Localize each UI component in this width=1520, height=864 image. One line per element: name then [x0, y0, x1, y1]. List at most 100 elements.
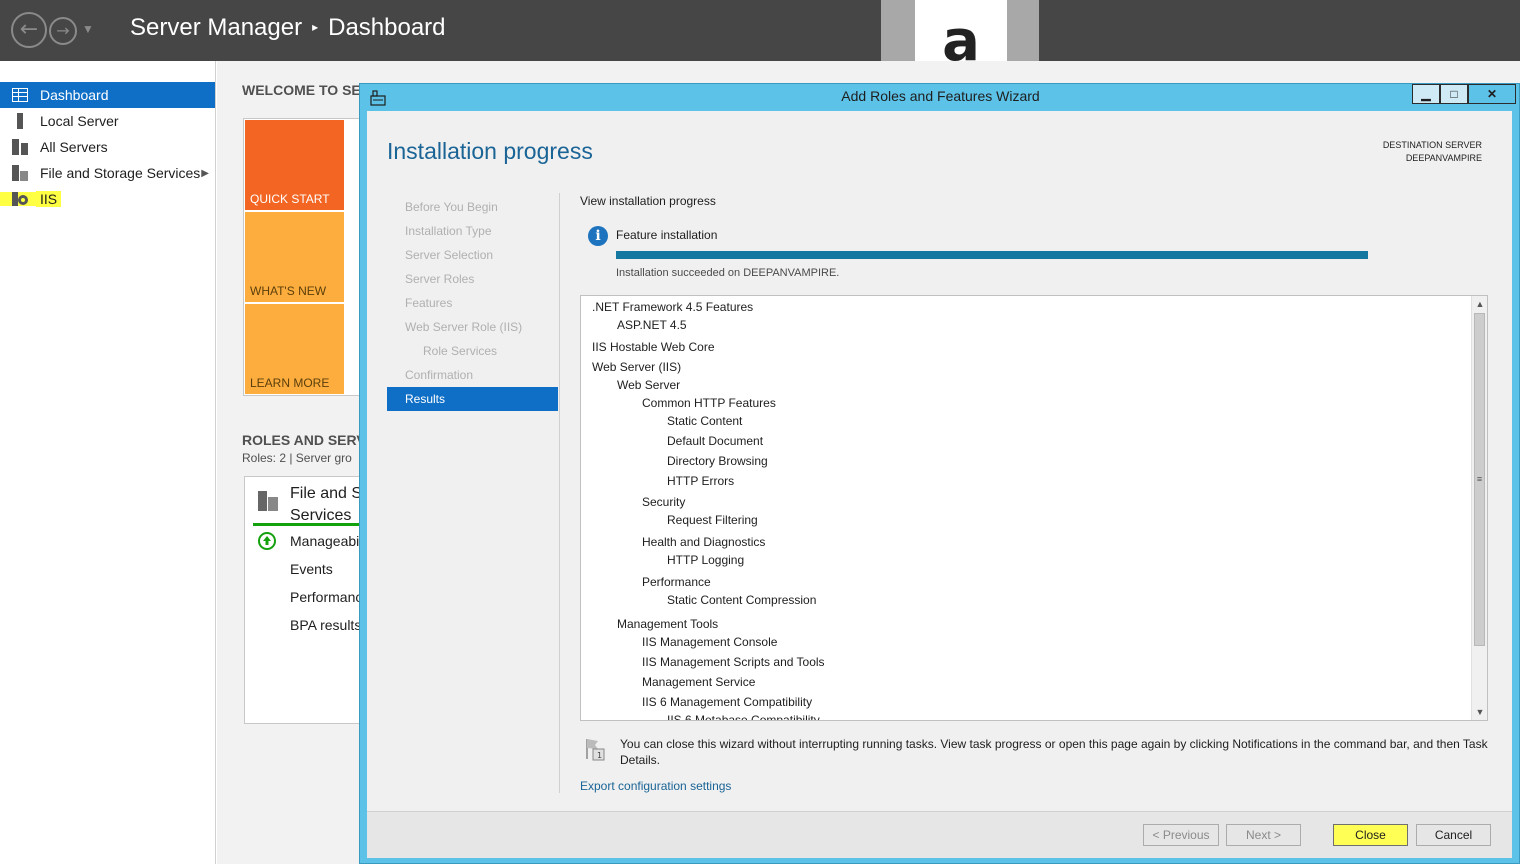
- scroll-thumb[interactable]: ≡: [1474, 313, 1485, 646]
- sidebar-item-local-server[interactable]: Local Server: [0, 108, 215, 134]
- sidebar-item-label: Local Server: [40, 113, 119, 129]
- result-item: Web Server: [617, 378, 681, 392]
- role-row-performance[interactable]: Performanc: [290, 589, 362, 605]
- app-name: Server Manager: [130, 14, 303, 41]
- scrollbar[interactable]: ▲ ≡ ▼: [1471, 296, 1487, 720]
- previous-button[interactable]: < Previous: [1143, 824, 1219, 846]
- tile-label: QUICK START: [250, 192, 330, 206]
- sidebar-item-file-storage[interactable]: File and Storage Services ▶: [0, 160, 215, 186]
- storage-icon: [258, 491, 278, 516]
- dashboard-icon: [0, 88, 40, 102]
- progress-bar: [616, 251, 1368, 259]
- result-item: Management Tools: [617, 617, 719, 631]
- close-icon[interactable]: ✕: [1468, 84, 1516, 104]
- result-item: Common HTTP Features: [642, 396, 776, 410]
- wizard-step: Before You Begin: [405, 200, 498, 214]
- welcome-heading: WELCOME TO SER: [242, 82, 371, 98]
- result-item: Request Filtering: [667, 513, 758, 527]
- wizard-title: Add Roles and Features Wizard: [841, 88, 1040, 104]
- tile-label: WHAT'S NEW: [250, 284, 327, 298]
- sidebar-item-label: File and Storage Services: [40, 165, 201, 181]
- cancel-button[interactable]: Cancel: [1416, 824, 1491, 846]
- destination-label: DESTINATION SERVER: [1382, 140, 1482, 150]
- export-configuration-link[interactable]: Export configuration settings: [580, 779, 731, 793]
- forward-arrow-icon[interactable]: →: [49, 17, 77, 45]
- result-item: ASP.NET 4.5: [617, 318, 687, 332]
- next-button[interactable]: Next >: [1226, 824, 1301, 846]
- wizard-step[interactable]: Results: [387, 387, 558, 411]
- wizard-window: Add Roles and Features Wizard ▁ □ ✕ Inst…: [359, 83, 1520, 864]
- section-label: View installation progress: [580, 194, 716, 208]
- result-item: .NET Framework 4.5 Features: [592, 300, 754, 314]
- info-note: You can close this wizard without interr…: [620, 737, 1488, 767]
- result-item: Management Service: [642, 675, 756, 689]
- servers-icon: [0, 139, 40, 155]
- breadcrumb: Server Manager ▸ Dashboard: [130, 14, 446, 42]
- breadcrumb-separator-icon: ▸: [312, 19, 319, 34]
- result-item: IIS Hostable Web Core: [592, 340, 715, 354]
- roles-summary: Roles: 2 | Server gro: [242, 451, 352, 465]
- role-row-bpa[interactable]: BPA results: [290, 617, 361, 633]
- destination-value: DEEPANVAMPIRE: [1405, 153, 1482, 163]
- status-up-icon: [258, 532, 276, 555]
- role-row-events[interactable]: Events: [290, 561, 333, 577]
- result-item: IIS Management Scripts and Tools: [642, 655, 825, 669]
- expand-arrow-icon[interactable]: ▶: [201, 168, 209, 179]
- sidebar-item-dashboard[interactable]: Dashboard: [0, 82, 215, 108]
- tile-quick-start[interactable]: QUICK START: [245, 120, 344, 210]
- results-list[interactable]: .NET Framework 4.5 Features ASP.NET 4.5 II…: [580, 295, 1488, 721]
- wizard-steps: Before You Begin Installation Type Server …: [387, 195, 558, 411]
- wizard-step: Server Selection: [405, 248, 494, 262]
- sidebar: Dashboard Local Server All Servers File …: [0, 61, 216, 864]
- result-item: Health and Diagnostics: [642, 535, 766, 549]
- wizard-step: Confirmation: [405, 368, 474, 382]
- progress-fill: [616, 251, 1368, 259]
- minimize-icon[interactable]: ▁: [1412, 84, 1440, 104]
- result-item: Static Content Compression: [667, 593, 817, 607]
- wizard-step: Installation Type: [405, 224, 492, 238]
- page-title: Installation progress: [387, 138, 593, 164]
- sidebar-item-label: All Servers: [40, 139, 108, 155]
- sidebar-item-iis[interactable]: IIS: [0, 186, 215, 212]
- roles-heading: ROLES AND SERV: [242, 432, 366, 448]
- page-title: Dashboard: [328, 14, 446, 41]
- wizard-step: Server Roles: [405, 272, 475, 286]
- iis-icon: [0, 192, 40, 206]
- divider: [559, 193, 560, 793]
- tile-whats-new[interactable]: WHAT'S NEW: [245, 212, 344, 302]
- notification-badge-count: 1: [597, 751, 602, 760]
- history-dropdown-icon[interactable]: ▼: [82, 22, 94, 36]
- sidebar-item-label: IIS: [36, 191, 62, 207]
- tile-learn-more[interactable]: LEARN MORE: [245, 304, 344, 394]
- back-arrow-icon[interactable]: ←: [11, 12, 47, 48]
- wizard-step: Role Services: [423, 344, 498, 358]
- welcome-tiles: QUICK START WHAT'S NEW LEARN MORE: [243, 118, 373, 396]
- result-item: Web Server (IIS): [592, 360, 682, 374]
- server-icon: [0, 113, 40, 129]
- result-item: IIS Management Console: [642, 635, 778, 649]
- result-item: IIS 6 Management Compatibility: [642, 695, 813, 709]
- install-status: Installation succeeded on DEEPANVAMPIRE.: [616, 267, 840, 279]
- close-button[interactable]: Close: [1333, 824, 1408, 846]
- result-item: Performance: [642, 575, 711, 589]
- feature-installation-label: Feature installation: [616, 228, 718, 242]
- result-item: Default Document: [667, 434, 764, 448]
- notification-flag-icon: 1: [584, 737, 606, 761]
- result-item: HTTP Errors: [667, 474, 735, 488]
- info-icon: i: [588, 226, 608, 246]
- tile-label: LEARN MORE: [250, 376, 330, 390]
- result-item: Static Content: [667, 414, 743, 428]
- sidebar-item-all-servers[interactable]: All Servers: [0, 134, 215, 160]
- wizard-body: Installation progress DESTINATION SERVER…: [367, 111, 1512, 858]
- role-row-manageability[interactable]: Manageabi: [290, 533, 359, 549]
- result-item: HTTP Logging: [667, 553, 745, 567]
- title-bar: ← → ▼ Server Manager ▸ Dashboard: [0, 0, 1520, 61]
- wizard-step: Web Server Role (IIS): [405, 320, 523, 334]
- maximize-icon[interactable]: □: [1440, 84, 1468, 104]
- wizard-step: Features: [405, 296, 453, 310]
- scroll-up-icon[interactable]: ▲: [1472, 296, 1487, 312]
- destination-server: DESTINATION SERVER DEEPANVAMPIRE: [1383, 139, 1482, 165]
- sidebar-item-label: Dashboard: [40, 87, 109, 103]
- wizard-footer: < Previous Next > Close Cancel: [367, 811, 1512, 858]
- scroll-down-icon[interactable]: ▼: [1472, 704, 1487, 720]
